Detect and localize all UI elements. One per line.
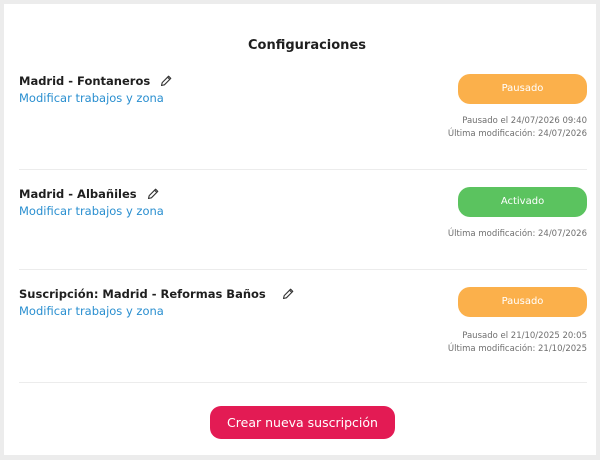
last-modified-text: Última modificación: 24/07/2026 — [447, 128, 587, 139]
status-meta: Pausado el 24/07/2026 09:40 Última modif… — [448, 115, 587, 140]
pencil-icon[interactable] — [281, 287, 295, 301]
divider — [19, 382, 587, 383]
subscription-name-row: Madrid - Albañiles — [19, 187, 160, 201]
subscription-name: Madrid - Fontaneros — [19, 74, 151, 88]
divider — [19, 269, 587, 270]
status-meta: Última modificación: 24/07/2026 — [448, 228, 587, 241]
settings-panel: Configuraciones Madrid - Fontaneros Modi… — [4, 4, 596, 455]
modify-jobs-zone-link[interactable]: Modificar trabajos y zona — [19, 304, 164, 318]
last-modified-text: Última modificación: 24/07/2026 — [447, 229, 587, 239]
status-paused-button[interactable]: Pausado — [458, 287, 587, 317]
subscription-name-row: Suscripción: Madrid - Reformas Baños — [19, 287, 295, 301]
status-meta: Pausado el 21/10/2025 20:05 Última modif… — [448, 330, 587, 355]
subscription-name-row: Madrid - Fontaneros — [19, 74, 173, 88]
paused-date-text: Pausado el 21/10/2025 20:05 — [462, 331, 587, 341]
page-title: Configuraciones — [247, 38, 366, 53]
pencil-icon[interactable] — [159, 74, 173, 88]
divider — [19, 169, 587, 170]
pencil-icon[interactable] — [146, 187, 160, 201]
modify-jobs-zone-link[interactable]: Modificar trabajos y zona — [19, 204, 164, 218]
status-paused-button[interactable]: Pausado — [458, 74, 587, 104]
last-modified-text: Última modificación: 21/10/2025 — [447, 343, 587, 354]
modify-jobs-zone-link[interactable]: Modificar trabajos y zona — [19, 91, 164, 105]
subscription-name: Madrid - Albañiles — [19, 187, 137, 201]
subscription-name: Suscripción: Madrid - Reformas Baños — [19, 287, 266, 301]
paused-date-text: Pausado el 24/07/2026 09:40 — [462, 116, 587, 126]
create-subscription-button[interactable]: Crear nueva suscripción — [210, 406, 395, 439]
status-active-button[interactable]: Activado — [458, 187, 587, 217]
